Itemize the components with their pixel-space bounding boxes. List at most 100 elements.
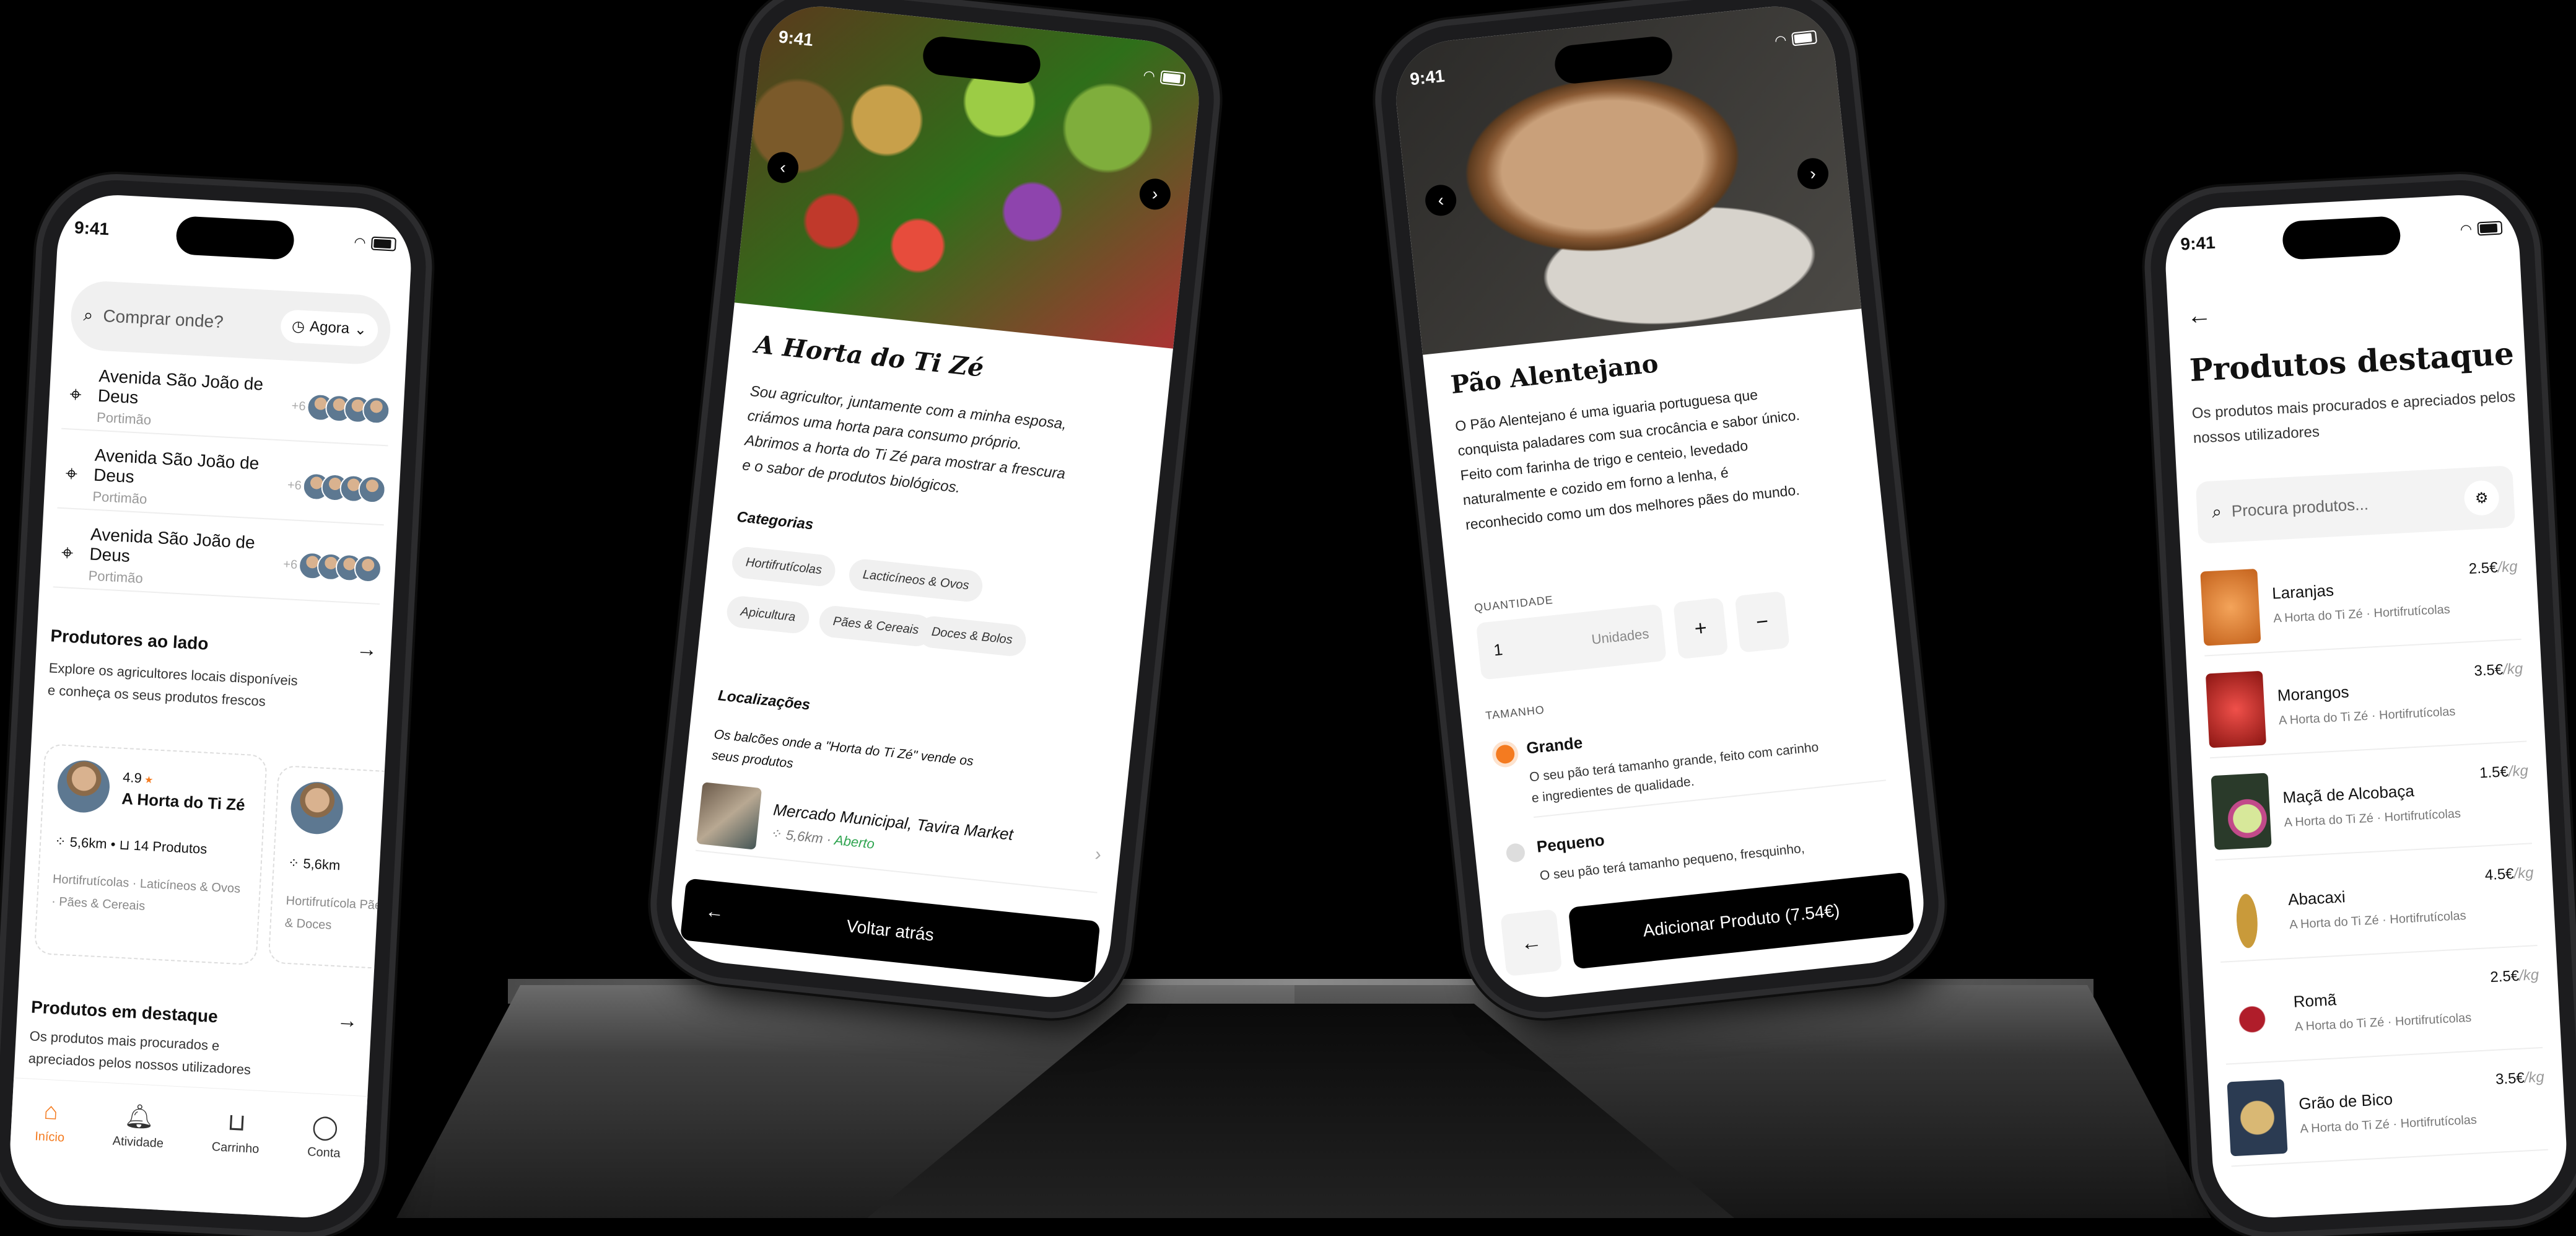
search-bar[interactable]: ⌕ Procura produtos... ⚙ [2195, 465, 2516, 544]
category-chip[interactable]: Lacticíneos & Ovos [847, 558, 984, 603]
search-bar[interactable]: ⌕ Comprar onde? ◷ Agora ⌄ [69, 279, 393, 366]
radio-selected[interactable] [1495, 743, 1516, 765]
wifi-icon: ◠ [354, 234, 366, 251]
category-chip[interactable]: Pães & Cereais [818, 604, 934, 648]
avatar-stack [297, 551, 383, 584]
price-value: 3.5€ [2495, 1069, 2525, 1088]
category-chip[interactable]: Apicultura [725, 594, 811, 635]
status-time: 9:41 [777, 27, 814, 50]
home-icon: ⌂ [43, 1098, 59, 1125]
producer-card[interactable]: ⁘ 5,6km Hortifrutícola Pães & Doces [268, 765, 414, 970]
price-value: 4.5€ [2484, 865, 2515, 884]
producer-meta: ⁘ 5,6km [287, 855, 395, 877]
back-button-label: Voltar atrás [845, 916, 935, 945]
quantity-value: 1 [1492, 639, 1504, 659]
price-value: 2.5€ [2468, 559, 2499, 577]
quantity-field[interactable]: 1 Unidades [1475, 603, 1667, 680]
avatar-extra-count: +6 [282, 557, 298, 572]
product-name: Romã [2293, 990, 2337, 1011]
option-title: Pequeno [1535, 830, 1605, 856]
price-unit: /kg [2497, 558, 2518, 576]
arrow-left-icon[interactable]: ← [2186, 301, 2212, 330]
category-chip[interactable]: Hortifrutícolas [730, 545, 837, 588]
arrow-right-icon[interactable]: → [356, 637, 378, 662]
price-unit: /kg [2502, 660, 2523, 678]
arrow-left-icon: ← [1519, 929, 1543, 955]
footsteps-icon: ⁘ [770, 825, 784, 842]
producer-name: A Horta do Ti Zé [121, 789, 246, 814]
product-row[interactable]: Grão de Bico A Horta do Ti Zé · Hortifru… [2226, 1056, 2548, 1167]
minus-button[interactable]: − [1734, 590, 1790, 653]
page-description: Os produtos mais procurados e apreciados… [2191, 388, 2516, 447]
producer-card[interactable]: 4.9 ★ A Horta do Ti Zé ⁘ 5,6km • ⊔ 14 Pr… [33, 743, 268, 966]
nav-account[interactable]: ◯ Conta [307, 1112, 343, 1161]
address-street: Avenida São João de Deus [89, 524, 256, 566]
bottom-nav: ⌂ Início 🔔︎ Atividade ⊔ Carrinho ◯ Conta [7, 1077, 368, 1221]
product-image [2200, 568, 2261, 646]
add-product-button[interactable]: Adicionar Produto (7.54€) [1568, 872, 1915, 970]
wifi-icon: ◠ [1775, 32, 1787, 49]
avatar-stack [306, 393, 391, 425]
product-name: Abacaxi [2287, 887, 2346, 909]
producer-distance: 5,6km [302, 856, 341, 874]
price-value: 3.5€ [2473, 661, 2504, 680]
wifi-icon: ◠ [1143, 67, 1156, 84]
back-button[interactable]: ← [1500, 909, 1563, 977]
search-placeholder: Comprar onde? [102, 306, 224, 332]
category-chip[interactable]: Doces & Bolos [916, 615, 1028, 658]
featured-desc: Os produtos mais procurados e apreciados… [28, 1028, 251, 1078]
plus-button[interactable]: + [1673, 597, 1729, 660]
avatar [56, 759, 111, 814]
time-pill[interactable]: ◷ Agora ⌄ [279, 309, 379, 347]
clock-icon: ◷ [291, 317, 305, 335]
producer-distance: 5,6km [69, 834, 108, 852]
address-row[interactable]: ⌖ Avenida São João de Deus Portimão +6 [61, 359, 392, 447]
price-value: 1.5€ [2479, 763, 2509, 782]
price-unit: /kg [2518, 966, 2539, 984]
product-row[interactable]: Laranjas A Horta do Ti Zé · Hortifrutíco… [2199, 545, 2521, 657]
product-sub: A Horta do Ti Zé · Hortifrutícolas [2278, 704, 2456, 728]
product-image [2205, 670, 2267, 748]
product-title: Pão Alentejano [1449, 349, 1660, 400]
page-title: Produtos destaque [2188, 335, 2515, 389]
product-price: 2.5€/kg [2468, 558, 2518, 578]
market-image [696, 782, 762, 850]
product-name: Laranjas [2271, 581, 2334, 603]
product-row[interactable]: Romã A Horta do Ti Zé · Hortifrutícolas … [2221, 954, 2543, 1065]
product-sub: A Horta do Ti Zé · Hortifrutícolas [2284, 807, 2461, 830]
pin-icon: ⌖ [64, 461, 78, 486]
product-row[interactable]: Morangos A Horta do Ti Zé · Hortifrutíco… [2205, 647, 2527, 759]
producer-tags: Hortifrutícolas · Laticíneos & Ovos · Pã… [51, 872, 241, 913]
rating: 4.9 [122, 769, 142, 786]
chevron-down-icon: ⌄ [354, 320, 367, 338]
star-icon: ★ [144, 774, 154, 786]
product-sub: A Horta do Ti Zé · Hortifrutícolas [2273, 602, 2451, 626]
avatar-extra-count: +6 [287, 478, 302, 493]
product-screen: 9:41 ◠ ‹ › Pão Alentejano O Pão Alenteja… [1390, 1, 1930, 1003]
home-screen: 9:41 ◠ ⌕ Comprar onde? ◷ Agora ⌄ ⌖ Aveni… [7, 192, 414, 1221]
bell-icon: 🔔︎ [123, 1103, 155, 1131]
search-icon: ⌕ [83, 304, 94, 325]
plus-icon: + [1693, 615, 1708, 641]
basket-icon: ⊔ [118, 836, 131, 853]
nav-activity[interactable]: 🔔︎ Atividade [112, 1102, 165, 1151]
address-row[interactable]: ⌖ Avenida São João de Deus Portimão +6 [53, 518, 383, 605]
nav-home-label: Início [34, 1129, 65, 1145]
nav-cart[interactable]: ⊔ Carrinho [211, 1107, 261, 1157]
battery-icon [1791, 30, 1818, 46]
product-price: 4.5€/kg [2484, 864, 2534, 884]
arrow-right-icon[interactable]: → [336, 1008, 359, 1033]
arrow-left-icon: ← [704, 900, 725, 923]
producer-title: A Horta do Ti Zé [753, 330, 985, 383]
quantity-label: QUANTIDADE [1474, 593, 1554, 615]
producer-screen: 9:41 ◠ ‹ › A Horta do Ti Zé Sou agricult… [665, 1, 1205, 1003]
footsteps-icon: ⁘ [54, 833, 67, 850]
filter-icon[interactable]: ⚙ [2463, 480, 2500, 517]
back-button[interactable]: ← Voltar atrás [679, 878, 1101, 984]
product-row[interactable]: Abacaxi A Horta do Ti Zé · Hortifrutícol… [2216, 852, 2538, 963]
product-row[interactable]: Maçã de Alcobaça A Horta do Ti Zé · Hort… [2210, 750, 2533, 861]
radio-unselected[interactable] [1505, 842, 1526, 863]
location-row[interactable]: Mercado Municipal, Tavira Market ⁘ 5,6km… [695, 776, 1106, 893]
nav-home[interactable]: ⌂ Início [35, 1098, 67, 1145]
address-row[interactable]: ⌖ Avenida São João de Deus Portimão +6 [57, 439, 388, 526]
